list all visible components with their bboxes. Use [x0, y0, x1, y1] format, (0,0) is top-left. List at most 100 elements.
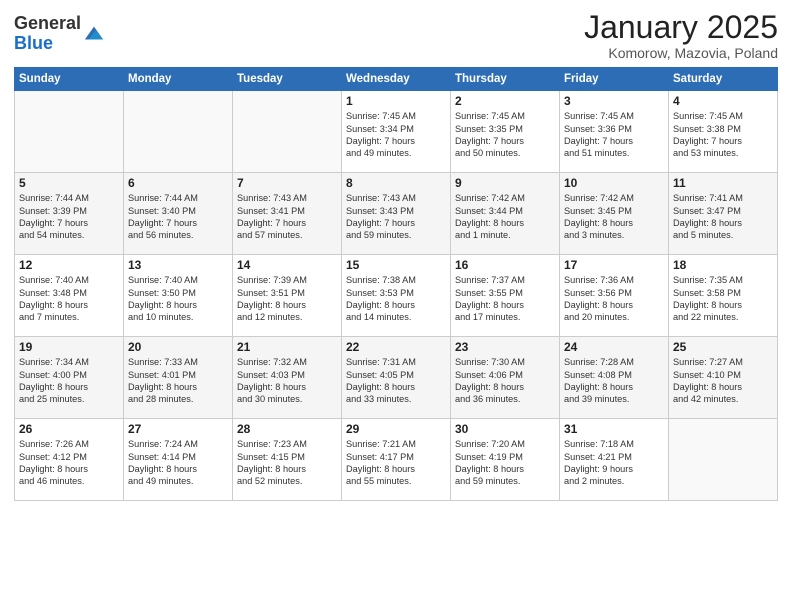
day-number-w0-d5: 3 — [564, 94, 664, 108]
header-saturday: Saturday — [669, 68, 778, 91]
cell-w4-d1: 27 Sunrise: 7:24 AMSunset: 4:14 PMDayligh… — [124, 419, 233, 501]
day-number-w3-d2: 21 — [237, 340, 337, 354]
day-info-w2-d2: Sunrise: 7:39 AMSunset: 3:51 PMDaylight:… — [237, 274, 337, 324]
day-info-w1-d4: Sunrise: 7:42 AMSunset: 3:44 PMDaylight:… — [455, 192, 555, 242]
day-info-w3-d6: Sunrise: 7:27 AMSunset: 4:10 PMDaylight:… — [673, 356, 773, 406]
logo-general-text: General — [14, 13, 81, 33]
day-number-w0-d4: 2 — [455, 94, 555, 108]
day-info-w4-d4: Sunrise: 7:20 AMSunset: 4:19 PMDaylight:… — [455, 438, 555, 488]
calendar-table: Sunday Monday Tuesday Wednesday Thursday… — [14, 67, 778, 501]
cell-w0-d0 — [15, 91, 124, 173]
week-row-0: 1Sunrise: 7:45 AMSunset: 3:34 PMDaylight… — [15, 91, 778, 173]
cell-w3-d2: 21Sunrise: 7:32 AMSunset: 4:03 PMDayligh… — [233, 337, 342, 419]
cell-w1-d0: 5Sunrise: 7:44 AMSunset: 3:39 PMDaylight… — [15, 173, 124, 255]
cell-w3-d6: 25 Sunrise: 7:27 AMSunset: 4:10 PMDayligh… — [669, 337, 778, 419]
day-info-w1-d3: Sunrise: 7:43 AMSunset: 3:43 PMDaylight:… — [346, 192, 446, 242]
header-sunday: Sunday — [15, 68, 124, 91]
week-row-1: 5Sunrise: 7:44 AMSunset: 3:39 PMDaylight… — [15, 173, 778, 255]
cell-w0-d5: 3 Sunrise: 7:45 AMSunset: 3:36 PMDaylight… — [560, 91, 669, 173]
header-thursday: Thursday — [451, 68, 560, 91]
day-info-w3-d4: Sunrise: 7:30 AMSunset: 4:06 PMDaylight:… — [455, 356, 555, 406]
day-info-w2-d5: Sunrise: 7:36 AMSunset: 3:56 PMDaylight:… — [564, 274, 664, 324]
day-info-w1-d1: Sunrise: 7:44 AMSunset: 3:40 PMDaylight:… — [128, 192, 228, 242]
day-info-w0-d5: Sunrise: 7:45 AMSunset: 3:36 PMDaylight:… — [564, 110, 664, 160]
weekday-header-row: Sunday Monday Tuesday Wednesday Thursday… — [15, 68, 778, 91]
day-info-w3-d1: Sunrise: 7:33 AMSunset: 4:01 PMDaylight:… — [128, 356, 228, 406]
day-info-w2-d4: Sunrise: 7:37 AMSunset: 3:55 PMDaylight:… — [455, 274, 555, 324]
day-number-w1-d5: 10 — [564, 176, 664, 190]
cell-w1-d3: 8 Sunrise: 7:43 AMSunset: 3:43 PMDaylight… — [342, 173, 451, 255]
cell-w0-d1 — [124, 91, 233, 173]
day-number-w3-d0: 19 — [19, 340, 119, 354]
cell-w3-d4: 23 Sunrise: 7:30 AMSunset: 4:06 PMDayligh… — [451, 337, 560, 419]
day-number-w4-d1: 27 — [128, 422, 228, 436]
day-info-w0-d6: Sunrise: 7:45 AMSunset: 3:38 PMDaylight:… — [673, 110, 773, 160]
day-number-w4-d4: 30 — [455, 422, 555, 436]
cell-w3-d1: 20 Sunrise: 7:33 AMSunset: 4:01 PMDayligh… — [124, 337, 233, 419]
cell-w4-d4: 30 Sunrise: 7:20 AMSunset: 4:19 PMDayligh… — [451, 419, 560, 501]
cell-w4-d3: 29Sunrise: 7:21 AMSunset: 4:17 PMDayligh… — [342, 419, 451, 501]
cell-w2-d0: 12 Sunrise: 7:40 AMSunset: 3:48 PMDayligh… — [15, 255, 124, 337]
header-monday: Monday — [124, 68, 233, 91]
page-container: General Blue January 2025 Komorow, Mazov… — [0, 0, 792, 612]
cell-w4-d5: 31 Sunrise: 7:18 AMSunset: 4:21 PMDayligh… — [560, 419, 669, 501]
cell-w0-d2 — [233, 91, 342, 173]
cell-w0-d4: 2 Sunrise: 7:45 AMSunset: 3:35 PMDaylight… — [451, 91, 560, 173]
day-info-w1-d2: Sunrise: 7:43 AMSunset: 3:41 PMDaylight:… — [237, 192, 337, 242]
cell-w1-d5: 10 Sunrise: 7:42 AMSunset: 3:45 PMDayligh… — [560, 173, 669, 255]
cell-w3-d3: 22 Sunrise: 7:31 AMSunset: 4:05 PMDayligh… — [342, 337, 451, 419]
day-info-w0-d4: Sunrise: 7:45 AMSunset: 3:35 PMDaylight:… — [455, 110, 555, 160]
day-number-w4-d5: 31 — [564, 422, 664, 436]
day-number-w1-d3: 8 — [346, 176, 446, 190]
logo-blue-text: Blue — [14, 33, 53, 53]
subtitle: Komorow, Mazovia, Poland — [584, 45, 778, 61]
day-number-w2-d4: 16 — [455, 258, 555, 272]
day-number-w3-d6: 25 — [673, 340, 773, 354]
week-row-2: 12 Sunrise: 7:40 AMSunset: 3:48 PMDayligh… — [15, 255, 778, 337]
day-number-w2-d5: 17 — [564, 258, 664, 272]
day-number-w4-d2: 28 — [237, 422, 337, 436]
day-number-w1-d6: 11 — [673, 176, 773, 190]
day-number-w0-d6: 4 — [673, 94, 773, 108]
cell-w0-d6: 4 Sunrise: 7:45 AMSunset: 3:38 PMDaylight… — [669, 91, 778, 173]
day-info-w2-d0: Sunrise: 7:40 AMSunset: 3:48 PMDaylight:… — [19, 274, 119, 324]
cell-w1-d1: 6 Sunrise: 7:44 AMSunset: 3:40 PMDaylight… — [124, 173, 233, 255]
logo-icon — [83, 23, 105, 45]
day-number-w2-d6: 18 — [673, 258, 773, 272]
week-row-4: 26Sunrise: 7:26 AMSunset: 4:12 PMDayligh… — [15, 419, 778, 501]
day-number-w2-d3: 15 — [346, 258, 446, 272]
cell-w3-d0: 19 Sunrise: 7:34 AMSunset: 4:00 PMDayligh… — [15, 337, 124, 419]
cell-w0-d3: 1Sunrise: 7:45 AMSunset: 3:34 PMDaylight… — [342, 91, 451, 173]
day-number-w2-d0: 12 — [19, 258, 119, 272]
cell-w3-d5: 24Sunrise: 7:28 AMSunset: 4:08 PMDayligh… — [560, 337, 669, 419]
day-number-w1-d1: 6 — [128, 176, 228, 190]
day-info-w4-d1: Sunrise: 7:24 AMSunset: 4:14 PMDaylight:… — [128, 438, 228, 488]
logo: General Blue — [14, 14, 105, 54]
day-info-w3-d5: Sunrise: 7:28 AMSunset: 4:08 PMDaylight:… — [564, 356, 664, 406]
header: General Blue January 2025 Komorow, Mazov… — [14, 10, 778, 61]
day-number-w0-d3: 1 — [346, 94, 446, 108]
day-info-w1-d6: Sunrise: 7:41 AMSunset: 3:47 PMDaylight:… — [673, 192, 773, 242]
header-wednesday: Wednesday — [342, 68, 451, 91]
day-info-w4-d0: Sunrise: 7:26 AMSunset: 4:12 PMDaylight:… — [19, 438, 119, 488]
cell-w2-d4: 16 Sunrise: 7:37 AMSunset: 3:55 PMDayligh… — [451, 255, 560, 337]
cell-w2-d1: 13Sunrise: 7:40 AMSunset: 3:50 PMDayligh… — [124, 255, 233, 337]
day-info-w3-d3: Sunrise: 7:31 AMSunset: 4:05 PMDaylight:… — [346, 356, 446, 406]
day-info-w3-d0: Sunrise: 7:34 AMSunset: 4:00 PMDaylight:… — [19, 356, 119, 406]
day-info-w2-d3: Sunrise: 7:38 AMSunset: 3:53 PMDaylight:… — [346, 274, 446, 324]
day-info-w4-d5: Sunrise: 7:18 AMSunset: 4:21 PMDaylight:… — [564, 438, 664, 488]
cell-w2-d5: 17 Sunrise: 7:36 AMSunset: 3:56 PMDayligh… — [560, 255, 669, 337]
day-info-w4-d2: Sunrise: 7:23 AMSunset: 4:15 PMDaylight:… — [237, 438, 337, 488]
day-number-w3-d3: 22 — [346, 340, 446, 354]
day-number-w3-d4: 23 — [455, 340, 555, 354]
header-tuesday: Tuesday — [233, 68, 342, 91]
cell-w2-d6: 18Sunrise: 7:35 AMSunset: 3:58 PMDayligh… — [669, 255, 778, 337]
day-number-w2-d1: 13 — [128, 258, 228, 272]
cell-w4-d2: 28 Sunrise: 7:23 AMSunset: 4:15 PMDayligh… — [233, 419, 342, 501]
month-title: January 2025 — [584, 10, 778, 45]
day-info-w1-d5: Sunrise: 7:42 AMSunset: 3:45 PMDaylight:… — [564, 192, 664, 242]
day-number-w3-d1: 20 — [128, 340, 228, 354]
day-number-w4-d3: 29 — [346, 422, 446, 436]
week-row-3: 19 Sunrise: 7:34 AMSunset: 4:00 PMDayligh… — [15, 337, 778, 419]
cell-w1-d4: 9Sunrise: 7:42 AMSunset: 3:44 PMDaylight… — [451, 173, 560, 255]
